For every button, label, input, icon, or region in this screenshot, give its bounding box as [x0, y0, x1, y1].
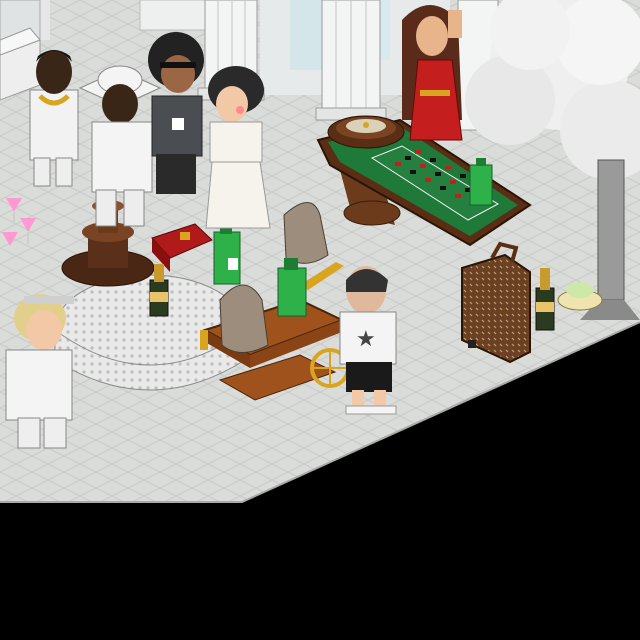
avatar-red-dress[interactable]: [402, 5, 463, 141]
hotel-room-scene: ★: [0, 0, 640, 640]
green-bottle-icon[interactable]: [213, 224, 241, 285]
svg-text:★: ★: [356, 327, 376, 352]
roulette-wheel[interactable]: [327, 115, 405, 149]
avatar-curly-sunglasses[interactable]: [148, 32, 204, 194]
green-bottle-icon[interactable]: [469, 164, 493, 206]
avatar-white-dress[interactable]: [205, 66, 271, 229]
